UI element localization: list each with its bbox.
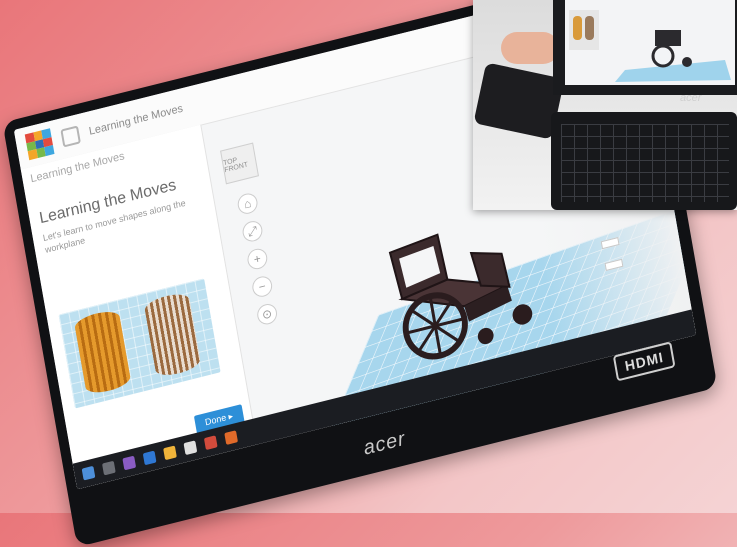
zoom-out-icon[interactable]: − [250,274,274,299]
edge-icon[interactable] [142,450,157,466]
viewcube[interactable]: TOP FRONT [220,142,259,185]
home-icon-glyph: ⌂ [242,195,253,212]
lesson-preview-image [58,278,221,409]
inset-brand-logo: acer [680,92,702,104]
menu-icon[interactable] [60,125,81,148]
app-icon[interactable] [122,455,137,471]
perspective-icon-glyph: ⊙ [261,306,274,323]
photo: Learning the Moves Learning the Moves Le… [0,0,737,547]
inset-keyboard [551,112,737,210]
laptop-brand-logo: acer [361,427,408,460]
inset-display-content [569,10,731,82]
folder-icon[interactable] [163,445,177,461]
keyboard-keys [561,124,729,202]
app-icon-2[interactable] [224,430,239,445]
chrome-icon[interactable] [203,435,218,451]
perspective-icon[interactable]: ⊙ [255,301,279,327]
inset-display [565,0,735,85]
store-icon[interactable] [183,440,198,456]
fit-view-icon[interactable]: ⤢ [241,219,264,244]
zoom-out-icon-glyph: − [257,278,267,295]
hand [501,32,559,64]
zoom-in-icon-glyph: + [252,251,262,267]
fit-view-icon-glyph: ⤢ [246,223,259,240]
search-icon[interactable] [102,460,116,476]
inset-photo: acer [473,0,737,210]
zoom-in-icon[interactable]: + [245,246,269,272]
home-icon[interactable]: ⌂ [236,191,260,216]
start-icon[interactable] [81,465,96,481]
tinkercad-logo-icon[interactable] [24,128,55,161]
